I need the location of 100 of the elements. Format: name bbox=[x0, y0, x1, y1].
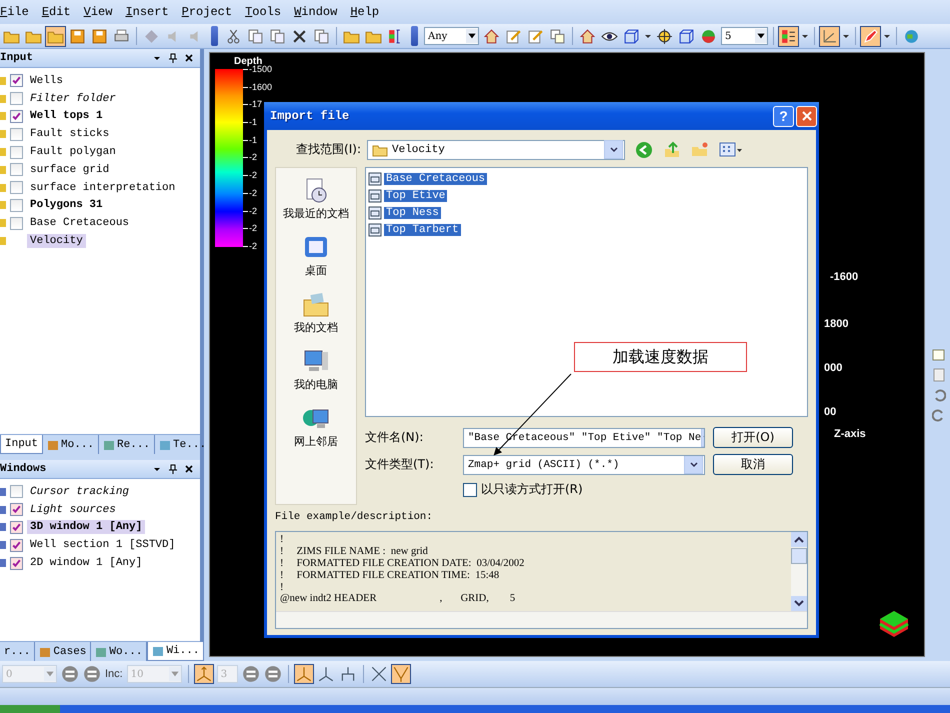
tree-item[interactable]: surface grid bbox=[27, 162, 112, 177]
grid-file-name[interactable]: Top Tarbert bbox=[384, 224, 461, 236]
places-item[interactable]: 桌面 bbox=[301, 233, 331, 278]
image-icon[interactable] bbox=[932, 348, 946, 362]
filter-combo[interactable]: Any bbox=[424, 27, 479, 45]
dropdown-button[interactable] bbox=[604, 140, 623, 160]
grid-file-name[interactable]: Top Ness bbox=[384, 206, 441, 219]
orientation-cube-icon[interactable] bbox=[878, 609, 910, 639]
places-item[interactable]: 网上邻居 bbox=[294, 404, 338, 450]
pages-icon[interactable] bbox=[312, 26, 331, 46]
checkbox-label[interactable]: 以只读方式打开(R) bbox=[481, 481, 583, 498]
axes-icon[interactable] bbox=[820, 26, 839, 46]
tree-item[interactable]: Velocity bbox=[27, 234, 86, 248]
checkbox[interactable] bbox=[10, 538, 23, 552]
grid-file-name[interactable]: Base Cretaceous bbox=[384, 172, 488, 185]
tree-item[interactable]: 3D window 1 [Any] bbox=[27, 520, 146, 534]
start-button[interactable] bbox=[0, 705, 60, 713]
checkbox[interactable] bbox=[10, 216, 23, 230]
checkbox[interactable] bbox=[10, 520, 23, 534]
menu-item[interactable]: Insert bbox=[121, 3, 178, 21]
tree-item[interactable]: surface interpretation bbox=[27, 180, 178, 195]
places-item[interactable]: 我最近的文档 bbox=[283, 176, 349, 222]
panel-tab[interactable]: Wi... bbox=[147, 642, 204, 661]
dropdown-button[interactable] bbox=[684, 456, 703, 474]
menu-item[interactable]: Edit bbox=[38, 3, 80, 21]
house-icon[interactable] bbox=[482, 26, 501, 46]
checkbox[interactable] bbox=[10, 92, 23, 106]
pages-icon[interactable] bbox=[246, 26, 265, 46]
back-icon[interactable] bbox=[635, 140, 653, 159]
checkbox[interactable] bbox=[10, 128, 23, 141]
menu-item[interactable]: Window bbox=[290, 3, 346, 21]
menu-item[interactable]: File bbox=[0, 3, 38, 21]
menu-item[interactable]: Project bbox=[178, 3, 242, 21]
pin-icon[interactable] bbox=[168, 464, 178, 474]
tree-item[interactable]: Filter folder bbox=[27, 92, 119, 106]
axis-tick-label: 1800 bbox=[824, 318, 848, 330]
panel-title: Input bbox=[0, 52, 34, 64]
vertical-scrollbar[interactable] bbox=[791, 532, 807, 611]
axis-arrows-icon[interactable] bbox=[294, 665, 313, 683]
crosshair-icon[interactable] bbox=[655, 26, 674, 46]
checkbox[interactable] bbox=[10, 485, 23, 498]
tree-item[interactable]: 2D window 1 [Any] bbox=[27, 556, 146, 570]
3d-viewport[interactable] bbox=[209, 52, 925, 657]
toolbar-grip[interactable] bbox=[411, 26, 418, 46]
color-bars-icon[interactable] bbox=[779, 26, 798, 46]
panel-tab[interactable]: Re... bbox=[99, 435, 156, 454]
pages-icon[interactable] bbox=[548, 26, 567, 46]
view-menu-icon[interactable] bbox=[719, 140, 743, 159]
close-icon[interactable] bbox=[184, 464, 194, 474]
checkbox[interactable] bbox=[10, 163, 23, 176]
cross-arrows-icon[interactable] bbox=[370, 665, 388, 683]
checkbox[interactable] bbox=[10, 110, 23, 123]
tree-item[interactable]: Base Cretaceous bbox=[27, 216, 132, 230]
axes-icon[interactable] bbox=[392, 665, 410, 683]
house-icon[interactable] bbox=[578, 26, 597, 46]
axis-arrows-icon[interactable] bbox=[194, 665, 213, 683]
tree-item[interactable]: Well section 1 [SSTVD] bbox=[27, 538, 178, 552]
tree-item[interactable]: Cursor tracking bbox=[27, 484, 132, 499]
places-item[interactable]: 我的电脑 bbox=[294, 347, 338, 392]
checkbox[interactable] bbox=[463, 482, 477, 497]
panel-tab[interactable]: Input bbox=[0, 435, 44, 454]
grid-file-name[interactable]: Top Etive bbox=[384, 190, 448, 202]
checkbox[interactable] bbox=[10, 74, 23, 88]
pen-icon[interactable] bbox=[861, 26, 880, 46]
folder-icon[interactable] bbox=[46, 26, 65, 46]
cancel-button[interactable]: 取消 bbox=[713, 454, 793, 476]
close-button[interactable] bbox=[796, 106, 817, 126]
cube-icon[interactable] bbox=[622, 26, 641, 46]
tree-item[interactable]: Light sources bbox=[27, 502, 119, 517]
close-icon[interactable] bbox=[184, 53, 194, 63]
checkbox[interactable] bbox=[10, 503, 23, 516]
scroll-thumb[interactable] bbox=[791, 548, 807, 564]
size-combo[interactable]: 5 bbox=[721, 27, 768, 45]
help-button[interactable]: ? bbox=[773, 106, 794, 126]
axis-arrows-icon[interactable] bbox=[316, 665, 335, 683]
places-item[interactable]: 我的文档 bbox=[294, 290, 338, 336]
tree-item[interactable]: Well tops 1 bbox=[27, 109, 106, 124]
look-in-combo[interactable]: Velocity bbox=[367, 140, 625, 160]
pages-icon[interactable] bbox=[268, 26, 287, 46]
checkbox[interactable] bbox=[10, 556, 23, 570]
tree-item[interactable]: Wells bbox=[27, 74, 66, 88]
menu-item[interactable]: View bbox=[80, 3, 122, 21]
checkbox[interactable] bbox=[10, 181, 23, 194]
tree-item[interactable]: Fault polygan bbox=[27, 145, 119, 160]
scroll-up-icon[interactable] bbox=[791, 532, 807, 548]
new-folder-icon[interactable] bbox=[691, 140, 709, 159]
horizontal-scrollbar[interactable] bbox=[276, 611, 807, 628]
checkbox[interactable] bbox=[10, 146, 23, 159]
pin-icon[interactable] bbox=[168, 53, 178, 63]
scroll-down-icon[interactable] bbox=[791, 596, 807, 611]
menu-item[interactable]: Tools bbox=[241, 3, 290, 21]
panel-tab[interactable]: Mo... bbox=[43, 435, 100, 454]
checkbox[interactable] bbox=[10, 198, 23, 212]
tree-item[interactable]: Polygons 31 bbox=[27, 198, 106, 212]
open-button[interactable]: 打开(O) bbox=[713, 427, 793, 448]
file-type-combo[interactable]: Zmap+ grid (ASCII) (*.*) bbox=[463, 454, 705, 475]
tree-item[interactable]: Fault sticks bbox=[27, 127, 112, 142]
menu-item[interactable]: Help bbox=[346, 3, 388, 21]
toolbar-grip[interactable] bbox=[211, 26, 218, 46]
cube-icon[interactable] bbox=[677, 26, 696, 46]
